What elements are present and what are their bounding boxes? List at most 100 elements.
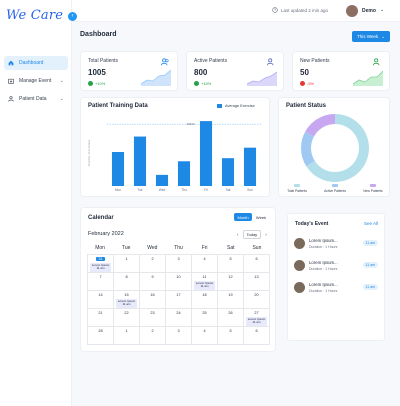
sidebar-item-manage-event[interactable]: Manage Event ⌄ [4, 74, 68, 88]
section-title: Today's Event [295, 221, 329, 227]
range-select-button[interactable]: This Week ⌄ [352, 31, 390, 42]
day-number: 8 [125, 275, 128, 279]
calendar-day[interactable]: 28 [88, 327, 114, 345]
prev-month-icon[interactable]: ‹ [237, 232, 239, 237]
day-number: 7 [99, 275, 102, 279]
x-tick-label: Thu [181, 188, 187, 192]
calendar-day[interactable]: 5 [218, 327, 244, 345]
day-number: 26 [228, 311, 233, 315]
calendar-day[interactable]: 17 [166, 291, 192, 309]
calendar-day[interactable]: 1 [114, 255, 140, 273]
calendar-event[interactable]: Lorem Ipsum 11 am [116, 299, 137, 308]
tab-month[interactable]: Month [234, 213, 252, 221]
event-duration: Duration : 1 Hours [309, 267, 338, 271]
event-time: 11 am [362, 284, 378, 290]
calendar-day[interactable]: 31 Lorem Ipsum 11 am [88, 255, 114, 273]
next-month-icon[interactable]: › [265, 232, 267, 237]
calendar-day[interactable]: 8 [114, 273, 140, 291]
user-add-icon [373, 58, 380, 66]
x-tick-label: Mon [115, 188, 121, 192]
x-tick-label: Sat [226, 188, 231, 192]
calendar-day[interactable]: 6 [244, 327, 270, 345]
stat-change: +15% [194, 81, 211, 86]
last-updated: Last updated 2 min ago [272, 7, 328, 13]
day-number: 2 [151, 329, 154, 333]
day-number: 5 [229, 257, 232, 261]
user-name[interactable]: Demo [362, 8, 376, 14]
calendar-day[interactable]: 1 [114, 327, 140, 345]
event-item[interactable]: Lorem Ipsum... Duration : 1 Hours 11 am [294, 280, 380, 298]
avatar[interactable] [346, 5, 358, 17]
y-axis-label: Number of Activities [87, 139, 91, 166]
sparkline-chart [247, 71, 277, 86]
calendar-day[interactable]: 23 [140, 309, 166, 327]
calendar-event[interactable]: Lorem Ipsum 11 am [194, 281, 215, 290]
calendar-day[interactable]: 19 [218, 291, 244, 309]
user-icon [8, 96, 14, 102]
bar-thu [177, 161, 191, 186]
sidebar-item-label: Patient Data [19, 96, 47, 102]
calendar-day[interactable]: 10 [166, 273, 192, 291]
calendar-tabs: Month Week [234, 213, 270, 221]
bar-fri [199, 121, 213, 186]
chevron-down-icon[interactable]: ⌄ [380, 7, 384, 13]
calendar-day[interactable]: 11 Lorem Ipsum 11 am [192, 273, 218, 291]
calendar-day[interactable]: 2 [140, 327, 166, 345]
calendar-day[interactable]: 4 [192, 255, 218, 273]
day-number: 21 [98, 311, 103, 315]
calendar-day[interactable]: 4 [192, 327, 218, 345]
calendar-event[interactable]: Lorem Ipsum 11 am [90, 263, 111, 272]
calendar-day[interactable]: 14 [88, 291, 114, 309]
calendar-weekdays: Mon Tue Wed Thu Fri Sat Sun [87, 245, 270, 254]
calendar-day[interactable]: 16 [140, 291, 166, 309]
collapse-sidebar-button[interactable]: ‹ [68, 12, 77, 21]
day-number: 1 [125, 257, 128, 261]
calendar-day[interactable]: 5 [218, 255, 244, 273]
stat-card-total: Total Patients 1005 +10% [80, 51, 178, 91]
sidebar-item-dashboard[interactable]: Dashboard [4, 56, 68, 70]
day-number: 24 [176, 311, 181, 315]
x-tick-label: Wed [159, 188, 166, 192]
event-item[interactable]: Lorem Ipsum... Duration : 1 Hours 11 am [294, 236, 380, 254]
calendar-day[interactable]: 2 [140, 255, 166, 273]
bar-mon [111, 152, 125, 186]
see-all-link[interactable]: See All [364, 221, 378, 226]
event-item[interactable]: Lorem Ipsum... Duration : 1 Hours 11 am [294, 258, 380, 276]
day-number: 18 [202, 293, 207, 297]
day-number: 2 [151, 257, 154, 261]
calendar-day[interactable]: 15 Lorem Ipsum 11 am [114, 291, 140, 309]
calendar-day[interactable]: 25 [192, 309, 218, 327]
day-number: 3 [177, 257, 180, 261]
day-number: 9 [151, 275, 154, 279]
avatar [294, 238, 305, 249]
calendar-day[interactable]: 21 [88, 309, 114, 327]
chevron-down-icon: ⌄ [381, 33, 385, 39]
page-title: Dashboard [80, 31, 117, 38]
today-button[interactable]: Today [242, 230, 262, 239]
calendar-day[interactable]: 3 [166, 327, 192, 345]
calendar-day[interactable]: 22 [114, 309, 140, 327]
calendar-day[interactable]: 12 [218, 273, 244, 291]
sidebar-item-patient-data[interactable]: Patient Data ⌄ [4, 92, 68, 106]
calendar-day[interactable]: 26 [218, 309, 244, 327]
day-number: 20 [254, 293, 259, 297]
event-duration: Duration : 1 Hours [309, 245, 338, 249]
calendar-day[interactable]: 20 [244, 291, 270, 309]
last-updated-text: Last updated 2 min ago [281, 7, 329, 13]
tab-week[interactable]: Week [252, 213, 270, 221]
calendar-day[interactable]: 13 [244, 273, 270, 291]
calendar-day[interactable]: 27 Lorem Ipsum 11 am [244, 309, 270, 327]
weekday-label: Mon [95, 245, 105, 251]
calendar-day[interactable]: 6 [244, 255, 270, 273]
day-number: 5 [229, 329, 232, 333]
section-title: Calendar [88, 215, 114, 221]
sidebar-item-label: Manage Event [19, 78, 52, 84]
calendar-day[interactable]: 9 [140, 273, 166, 291]
bar-wed [155, 174, 169, 186]
calendar-day[interactable]: 18 [192, 291, 218, 309]
bar-sat [221, 158, 235, 186]
calendar-day[interactable]: 7 [88, 273, 114, 291]
calendar-day[interactable]: 24 [166, 309, 192, 327]
calendar-event[interactable]: Lorem Ipsum 11 am [246, 317, 267, 326]
calendar-day[interactable]: 3 [166, 255, 192, 273]
